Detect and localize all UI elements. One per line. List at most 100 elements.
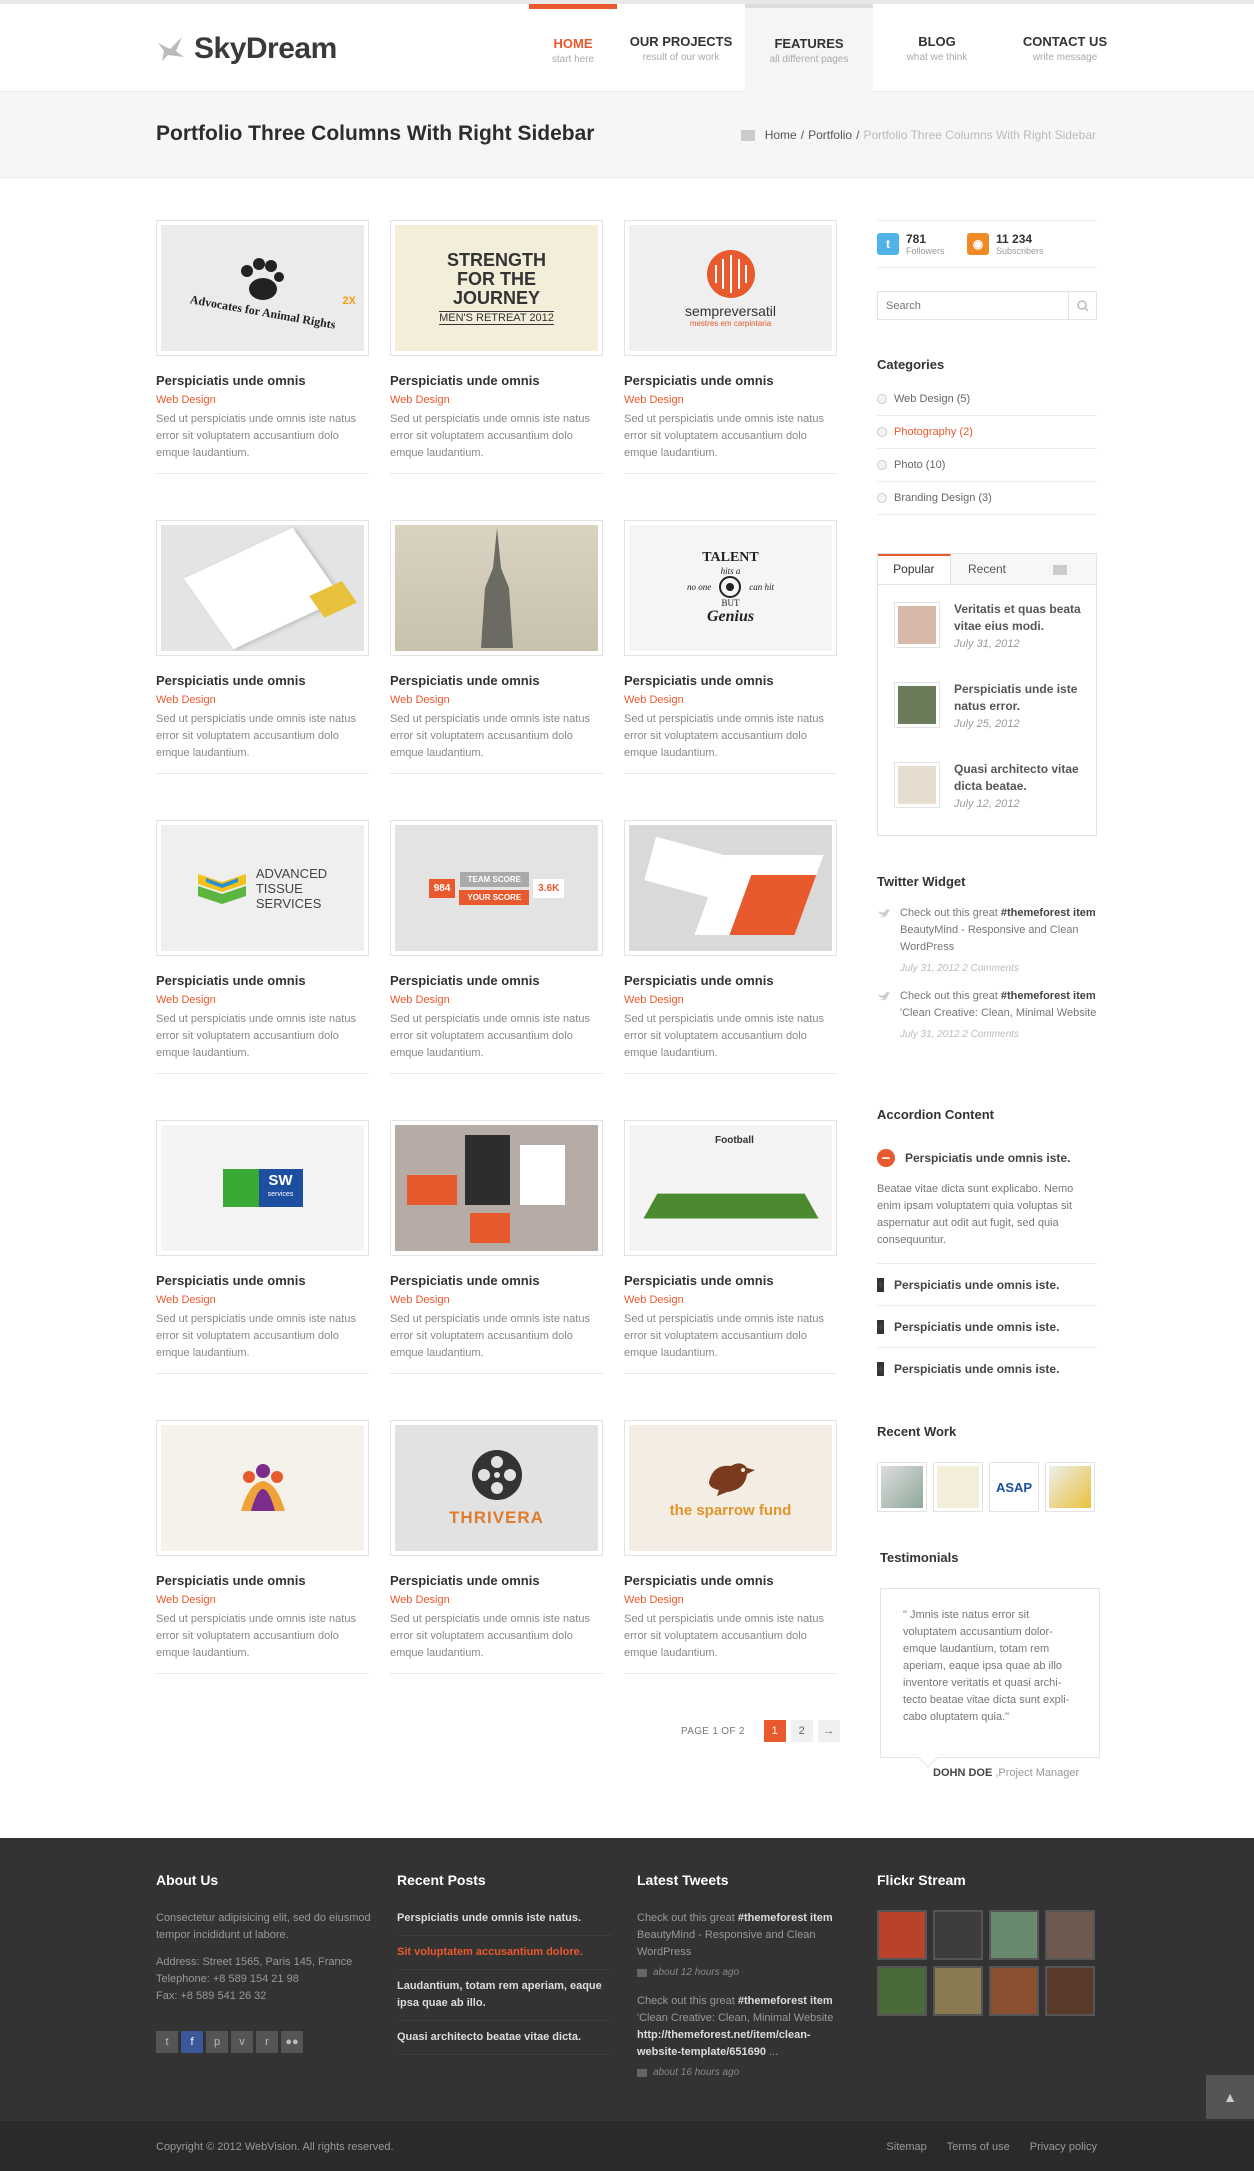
- pagination: PAGE 1 OF 2 1 2 →: [681, 1720, 840, 1742]
- portfolio-thumbnail[interactable]: [390, 520, 603, 656]
- logo[interactable]: SkyDream: [156, 32, 337, 66]
- terms-link[interactable]: Terms of use: [947, 2141, 1010, 2153]
- footer-post-link[interactable]: Laudantium, totam rem aperiam, eaque ips…: [397, 1978, 612, 2021]
- page-1-button[interactable]: 1: [763, 1720, 786, 1742]
- nav-features[interactable]: FEATURES all different pages: [745, 4, 873, 92]
- nav-home[interactable]: HOME start here: [529, 4, 617, 92]
- post-thumbnail[interactable]: [894, 762, 940, 808]
- accordion-header[interactable]: + Perspiciatis unde omnis iste.: [877, 1306, 1097, 1348]
- portfolio-item[interactable]: Advocates for Animal Rights 2X Perspicia…: [156, 220, 369, 474]
- next-page-button[interactable]: →: [817, 1720, 840, 1742]
- twitter-counter[interactable]: t 781 Followers: [877, 232, 967, 256]
- footer-links: Sitemap Terms of use Privacy policy: [886, 2141, 1097, 2153]
- pinterest-icon[interactable]: p: [206, 2031, 228, 2053]
- category-item[interactable]: Photography (2): [877, 416, 1097, 449]
- portfolio-item[interactable]: Perspiciatis unde omnis Web Design Sed u…: [156, 1420, 369, 1674]
- portfolio-item[interactable]: Perspiciatis unde omnis Web Design Sed u…: [390, 1120, 603, 1374]
- post-thumbnail[interactable]: [894, 602, 940, 648]
- footer-post-link[interactable]: Sit voluptatem accusantium dolore.: [397, 1944, 612, 1970]
- back-to-top-button[interactable]: ▲: [1206, 2075, 1254, 2119]
- search-icon: [1076, 299, 1089, 312]
- flickr-photo[interactable]: [877, 1966, 927, 2016]
- portfolio-item[interactable]: Perspiciatis unde omnis Web Design Sed u…: [624, 820, 837, 1074]
- portfolio-thumbnail[interactable]: [156, 1420, 369, 1556]
- portfolio-item[interactable]: STRENGTH FOR THE JOURNEY MEN'S RETREAT 2…: [390, 220, 603, 474]
- portfolio-thumbnail[interactable]: TALENT hits a no one can hit BUT Genius: [624, 520, 837, 656]
- portfolio-thumbnail[interactable]: sempreversatil mestres em carpintaria: [624, 220, 837, 356]
- vimeo-icon[interactable]: v: [231, 2031, 253, 2053]
- category-item[interactable]: Photo (10): [877, 449, 1097, 482]
- popular-post[interactable]: Veritatis et quas beata vitae eius modi.…: [878, 585, 1096, 665]
- sitemap-link[interactable]: Sitemap: [886, 2141, 926, 2153]
- tab-comments[interactable]: [1023, 554, 1096, 584]
- nav-contact-us[interactable]: CONTACT US write message: [1001, 4, 1129, 92]
- page-title: Portfolio Three Columns With Right Sideb…: [156, 122, 595, 145]
- portfolio-thumbnail[interactable]: Football: [624, 1120, 837, 1256]
- tab-recent[interactable]: Recent: [951, 554, 1024, 584]
- breadcrumb-portfolio[interactable]: Portfolio: [808, 128, 852, 142]
- search-input[interactable]: [878, 299, 1068, 312]
- portfolio-thumbnail[interactable]: [156, 520, 369, 656]
- portfolio-thumbnail[interactable]: THRIVERA: [390, 1420, 603, 1556]
- accordion-header[interactable]: + Perspiciatis unde omnis iste.: [877, 1264, 1097, 1306]
- footer-post-link[interactable]: Quasi architecto beatae vitae dicta.: [397, 2029, 612, 2055]
- recent-work-thumb[interactable]: [933, 1462, 983, 1512]
- portfolio-item[interactable]: ADVANCED TISSUE SERVICES Perspiciatis unde…: [156, 820, 369, 1074]
- flickr-photo[interactable]: [1045, 1910, 1095, 1960]
- portfolio-thumbnail[interactable]: SW services: [156, 1120, 369, 1256]
- popular-post[interactable]: Perspiciatis unde iste natus error. July …: [878, 665, 1096, 745]
- facebook-icon[interactable]: f: [181, 2031, 203, 2053]
- post-thumbnail[interactable]: [894, 682, 940, 728]
- flickr-photo[interactable]: [989, 1966, 1039, 2016]
- rss-icon[interactable]: r: [256, 2031, 278, 2053]
- tweet: Check out this great #themeforest item '…: [877, 988, 1097, 1040]
- portfolio-thumbnail[interactable]: [390, 1120, 603, 1256]
- portfolio-item[interactable]: the sparrow fund Perspiciatis unde omnis…: [624, 1420, 837, 1674]
- portfolio-item[interactable]: SW services Perspiciatis unde omnis Web D…: [156, 1120, 369, 1374]
- breadcrumb-home[interactable]: Home: [765, 128, 797, 142]
- page-2-button[interactable]: 2: [790, 1720, 813, 1742]
- accordion-header[interactable]: + Perspiciatis unde omnis iste.: [877, 1348, 1097, 1390]
- popular-post[interactable]: Quasi architecto vitae dicta beatae. July…: [878, 745, 1096, 825]
- twitter-widget-title: Twitter Widget: [877, 874, 966, 889]
- accordion-title: Accordion Content: [877, 1107, 994, 1122]
- recent-work-thumb[interactable]: ASAP: [989, 1462, 1039, 1512]
- recent-work-title: Recent Work: [877, 1424, 957, 1439]
- nav-our-projects[interactable]: OUR PROJECTS result of our work: [617, 4, 745, 92]
- portfolio-thumbnail[interactable]: STRENGTH FOR THE JOURNEY MEN'S RETREAT 2…: [390, 220, 603, 356]
- tweet-link[interactable]: http://themeforest.net/item/clean-websit…: [637, 2029, 811, 2058]
- twitter-icon[interactable]: t: [156, 2031, 178, 2053]
- recent-work-thumb[interactable]: [877, 1462, 927, 1512]
- portfolio-item[interactable]: TALENT hits a no one can hit BUT Genius P…: [624, 520, 837, 774]
- portfolio-thumbnail[interactable]: [624, 820, 837, 956]
- category-item[interactable]: Web Design (5): [877, 383, 1097, 416]
- nav-blog[interactable]: BLOG what we think: [873, 4, 1001, 92]
- accordion-header-open[interactable]: − Perspiciatis unde omnis iste.: [877, 1145, 1097, 1171]
- flickr-photo[interactable]: [933, 1910, 983, 1960]
- portfolio-item[interactable]: Football Perspiciatis unde omnis Web Des…: [624, 1120, 837, 1374]
- portfolio-thumbnail[interactable]: Advocates for Animal Rights 2X: [156, 220, 369, 356]
- portfolio-item[interactable]: THRIVERA Perspiciatis unde omnis Web Des…: [390, 1420, 603, 1674]
- search-button[interactable]: [1068, 292, 1096, 319]
- portfolio-thumbnail[interactable]: ADVANCED TISSUE SERVICES: [156, 820, 369, 956]
- portfolio-thumbnail[interactable]: 984 TEAM SCORE YOUR SCORE 3.6K: [390, 820, 603, 956]
- flickr-photo[interactable]: [1045, 1966, 1095, 2016]
- recent-work-thumb[interactable]: [1045, 1462, 1095, 1512]
- sparrow-icon: [708, 1462, 755, 1496]
- footer-post-link[interactable]: Perspiciatis unde omnis iste natus.: [397, 1910, 612, 1936]
- portfolio-item[interactable]: sempreversatil mestres em carpintaria Pe…: [624, 220, 837, 474]
- flickr-icon[interactable]: ●●: [281, 2031, 303, 2053]
- flickr-photo[interactable]: [933, 1966, 983, 2016]
- flickr-photo[interactable]: [877, 1910, 927, 1960]
- portfolio-item[interactable]: Perspiciatis unde omnis Web Design Sed u…: [156, 520, 369, 774]
- category-item[interactable]: Branding Design (3): [877, 482, 1097, 515]
- portfolio-thumbnail[interactable]: the sparrow fund: [624, 1420, 837, 1556]
- tower-image: [480, 528, 513, 648]
- recent-work-thumbs: ASAP: [877, 1462, 1095, 1512]
- flickr-photo[interactable]: [989, 1910, 1039, 1960]
- privacy-link[interactable]: Privacy policy: [1030, 2141, 1097, 2153]
- portfolio-item[interactable]: 984 TEAM SCORE YOUR SCORE 3.6K Perspiciat…: [390, 820, 603, 1074]
- rss-counter[interactable]: ◉ 11 234 Subscribers: [967, 232, 1057, 256]
- tab-popular[interactable]: Popular: [878, 554, 951, 584]
- portfolio-item[interactable]: Perspiciatis unde omnis Web Design Sed u…: [390, 520, 603, 774]
